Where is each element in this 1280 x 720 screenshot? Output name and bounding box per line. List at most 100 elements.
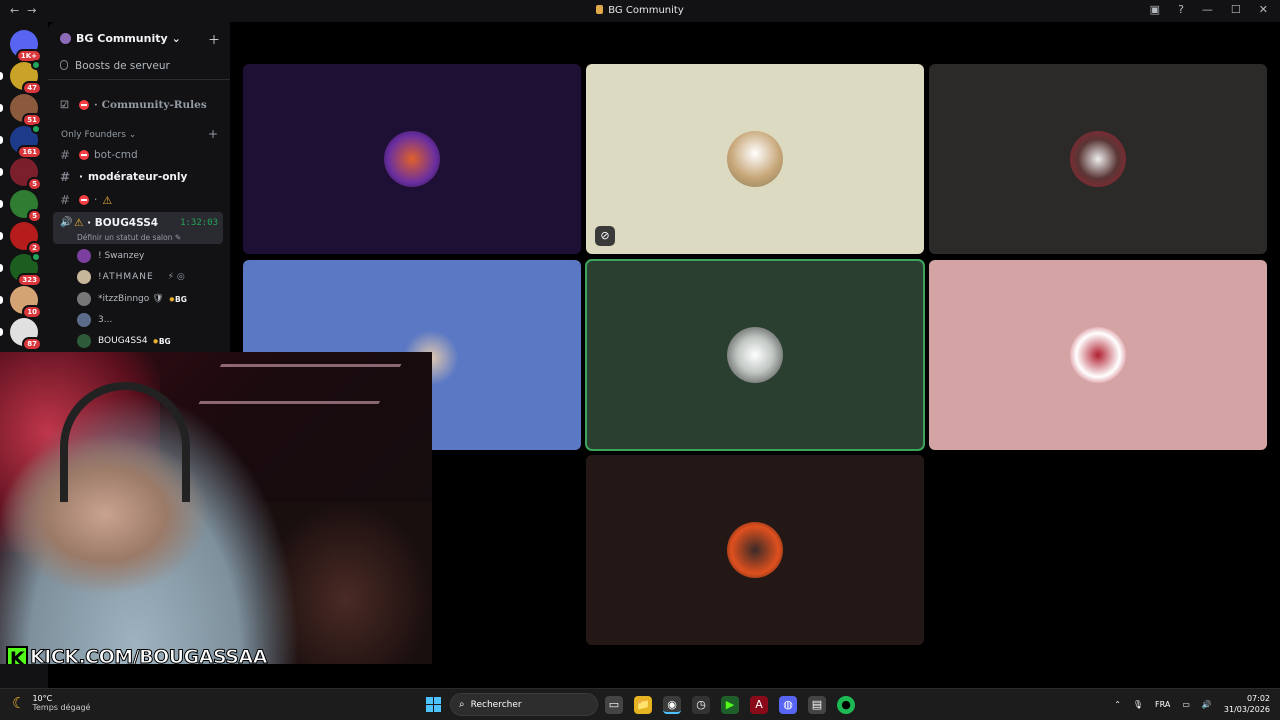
voice-member[interactable]: ! Swanzey	[77, 247, 144, 265]
add-member-icon[interactable]: ＋	[208, 31, 220, 48]
voice-member[interactable]: BOUG4SS4 BG	[77, 332, 171, 350]
member-name: BOUG4SS4	[98, 336, 148, 346]
start-icon-tile	[426, 705, 433, 712]
webcam-overlay: K KICK.COM/BOUGASSAA	[0, 352, 432, 664]
notification-badge: 47	[22, 81, 42, 95]
server-item[interactable]: 10	[0, 286, 42, 319]
channel-bot-cmd[interactable]: # bot-cmd	[53, 145, 223, 165]
help-icon[interactable]: ?	[1178, 3, 1184, 16]
clock[interactable]: 07:02 31/03/2026	[1224, 693, 1270, 715]
participant-tile[interactable]	[586, 455, 924, 645]
channel-moderateur-only[interactable]: # · modérateur-only	[53, 167, 223, 187]
deafened-icon: ⚡ ◎	[167, 272, 185, 282]
participant-avatar	[384, 131, 440, 187]
store-icon[interactable]: ▤	[808, 696, 826, 714]
spotify-icon[interactable]: ●	[837, 696, 855, 714]
participant-tile[interactable]	[929, 260, 1267, 450]
chrome-icon[interactable]: ◉	[663, 696, 681, 714]
temperature: 10°C	[32, 694, 53, 703]
channel-label: bot-cmd	[94, 149, 138, 161]
taskbar-search[interactable]: ⌕ Rechercher	[450, 693, 598, 716]
guild-header[interactable]: BG Community ⌄	[48, 22, 230, 54]
voice-member[interactable]: !ATHMANE ⚡ ◎	[77, 268, 185, 286]
speaker-icon: 🔊	[60, 217, 73, 228]
kick-app-icon[interactable]: ▶	[721, 696, 739, 714]
divider	[48, 79, 230, 80]
discord-icon[interactable]: ◍	[779, 696, 797, 714]
server-item[interactable]: 161	[0, 124, 42, 159]
voice-timer: 1:32:03	[180, 218, 218, 228]
avatar	[77, 334, 91, 348]
server-item[interactable]: 5	[0, 190, 42, 223]
windows-start-icon[interactable]	[426, 697, 441, 712]
volume-icon[interactable]: 🔊	[1202, 700, 1212, 709]
participant-tile-speaking[interactable]	[585, 259, 925, 451]
separator-dot: ·	[94, 194, 98, 206]
language-indicator[interactable]: FRA	[1155, 700, 1170, 709]
chevron-up-icon[interactable]: ⌃	[1114, 700, 1121, 709]
start-icon-tile	[434, 697, 441, 704]
server-item[interactable]: 323	[0, 252, 42, 287]
participant-tile[interactable]: ⊘	[586, 64, 924, 254]
server-item[interactable]: 47	[0, 60, 42, 95]
server-item[interactable]: 5	[0, 158, 42, 191]
set-channel-status[interactable]: Définir un statut de salon ✎	[77, 233, 181, 242]
channel-warning[interactable]: # · ⚠	[53, 190, 223, 210]
start-icon-tile	[426, 697, 433, 704]
microphone-icon[interactable]: 🎙	[1133, 700, 1143, 709]
unread-pill	[0, 328, 3, 336]
rules-icon: ☑	[60, 99, 69, 111]
window-title: BG Community	[0, 5, 1280, 16]
system-tray: ⌃ 🎙 FRA ▭ 🔊 07:02 31/03/2026	[1114, 693, 1270, 715]
unread-pill	[0, 200, 3, 208]
voice-member[interactable]: 3...	[77, 311, 112, 329]
hash-icon: #	[60, 148, 71, 162]
voice-active-icon	[31, 124, 41, 134]
warning-icon: ⚠	[74, 217, 84, 229]
server-item[interactable]: 87	[0, 318, 42, 351]
obs-icon[interactable]: ◷	[692, 696, 710, 714]
channel-sidebar: BG Community ⌄ ＋ Boosts de serveur ☑ · Com…	[48, 22, 230, 352]
server-home[interactable]: 1K+	[10, 30, 42, 63]
headphones	[60, 382, 190, 502]
guild-icon	[60, 32, 71, 44]
avatar	[77, 292, 91, 306]
notification-badge: 5	[27, 177, 42, 191]
voice-member[interactable]: *itzzBinngo🛡 BG	[77, 290, 187, 308]
participant-tile[interactable]	[243, 64, 581, 254]
boost-icon	[60, 60, 68, 70]
notification-badge: 5	[27, 209, 42, 223]
member-name: 3...	[98, 315, 113, 325]
create-channel-icon[interactable]: +	[208, 127, 218, 141]
moon-icon: ☾	[12, 694, 26, 712]
prohibited-icon	[79, 195, 89, 205]
category-label: Only Founders	[61, 130, 126, 140]
guild-tag: BG	[169, 295, 187, 304]
close-button[interactable]: ✕	[1259, 3, 1268, 16]
unread-pill	[0, 72, 3, 80]
participant-avatar	[727, 327, 783, 383]
server-boosts-link[interactable]: Boosts de serveur	[60, 60, 170, 72]
inbox-icon[interactable]: ▣	[1150, 3, 1160, 16]
minimize-button[interactable]: —	[1202, 3, 1213, 16]
task-view-icon[interactable]: ▭	[605, 696, 623, 714]
adobe-icon[interactable]: A	[750, 696, 768, 714]
server-item[interactable]: 2	[0, 222, 42, 255]
voice-channel-boug4ss4[interactable]: 🔊 ⚠ · BOUG4SS4 1:32:03 Définir un statut…	[53, 212, 223, 244]
voice-active-icon	[31, 252, 41, 262]
file-explorer-icon[interactable]: 📁	[634, 696, 652, 714]
participant-tile[interactable]	[929, 64, 1267, 254]
weather-label: Temps dégagé	[32, 703, 91, 712]
channel-community-rules[interactable]: ☑ · Community-Rules	[53, 95, 223, 115]
separator-dot: ·	[94, 99, 98, 111]
notification-badge: 323	[17, 273, 42, 287]
participant-avatar	[727, 522, 783, 578]
category-only-founders[interactable]: Only Founders ⌄	[61, 130, 136, 140]
hash-icon: #	[60, 170, 71, 184]
weather-widget[interactable]: ☾ 10°C Temps dégagé	[12, 694, 90, 712]
kick-url: KICK.COM/BOUGASSAA	[30, 646, 268, 665]
server-item[interactable]: 51	[0, 94, 42, 127]
network-icon[interactable]: ▭	[1182, 700, 1190, 709]
maximize-button[interactable]: ☐	[1231, 3, 1241, 16]
member-name: *itzzBinngo	[98, 294, 150, 304]
